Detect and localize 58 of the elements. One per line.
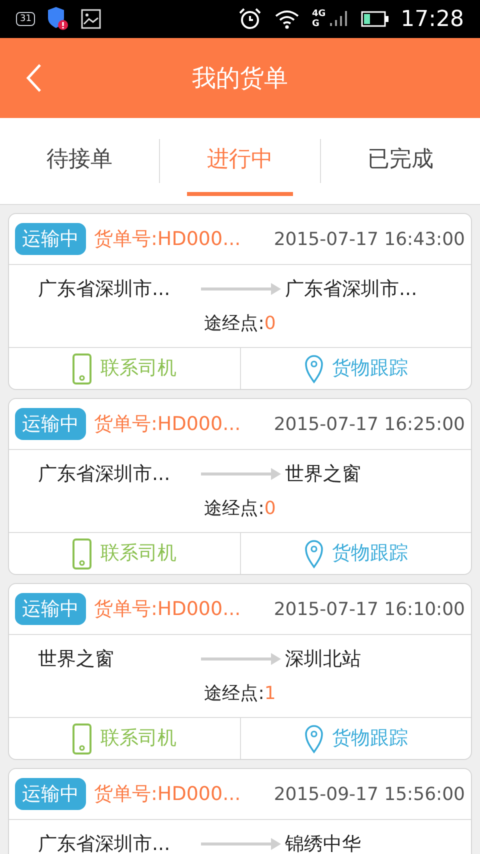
image-icon — [81, 9, 102, 29]
location-pin-icon — [304, 724, 324, 754]
destination-text: 锦绣中华 — [285, 832, 361, 854]
phone-icon — [72, 538, 92, 570]
destination-text: 广东省深圳市... — [285, 276, 418, 302]
order-number: 货单号:HD000... — [94, 782, 241, 807]
contact-driver-button[interactable]: 联系司机 — [9, 718, 240, 759]
contact-driver-button[interactable]: 联系司机 — [9, 348, 240, 389]
waypoint-count: 途经点:0 — [204, 312, 276, 336]
tab[interactable]: 已完成 — [347, 126, 454, 196]
network-label: 4G — [312, 9, 326, 19]
order-card[interactable]: 运输中 货单号:HD000... 2015-09-17 15:56:00 广东省深圳市... 锦绣中华 — [8, 768, 472, 854]
origin-text: 广东省深圳市... — [37, 276, 172, 302]
calendar-icon: 31 — [16, 12, 36, 26]
order-card[interactable]: 运输中 货单号:HD000... 2015-07-17 16:43:00 广东省深圳市... 广东省深圳市... 途经点:0 联系司机 货物跟踪 — [8, 213, 472, 390]
order-time: 2015-07-17 16:25:00 — [274, 412, 465, 436]
track-goods-button[interactable]: 货物跟踪 — [240, 348, 471, 389]
wifi-icon — [274, 9, 300, 29]
phone-icon — [72, 722, 92, 754]
order-number: 货单号:HD000... — [94, 596, 241, 622]
order-number: 货单号:HD000... — [94, 412, 241, 437]
destination-text: 深圳北站 — [285, 646, 361, 672]
order-card[interactable]: 运输中 货单号:HD000... 2015-07-17 16:10:00 世界之窗 深圳北站 途经点:1 联系司机 货物跟踪 — [8, 583, 472, 760]
waypoint-count: 途经点:0 — [204, 496, 276, 520]
order-time: 2015-09-17 15:56:00 — [274, 782, 465, 806]
tab[interactable]: 待接单 — [26, 126, 133, 196]
alarm-icon — [238, 7, 262, 31]
order-time: 2015-07-17 16:10:00 — [274, 598, 465, 622]
order-number: 货单号:HD000... — [94, 226, 241, 252]
origin-text: 广东省深圳市... — [37, 462, 172, 487]
status-badge: 运输中 — [15, 778, 86, 810]
origin-text: 世界之窗 — [37, 646, 115, 672]
page-title: 我的货单 — [192, 63, 288, 94]
battery-icon — [360, 11, 389, 27]
location-pin-icon — [304, 538, 324, 568]
location-pin-icon — [304, 354, 324, 384]
back-icon — [26, 63, 42, 93]
track-goods-button[interactable]: 货物跟踪 — [240, 533, 471, 574]
destination-text: 世界之窗 — [285, 462, 361, 487]
status-badge: 运输中 — [15, 223, 86, 255]
arrow-icon — [201, 468, 281, 480]
phone-icon — [72, 352, 92, 384]
order-time: 2015-07-17 16:43:00 — [274, 228, 465, 252]
network-label: G — [312, 19, 320, 29]
status-badge: 运输中 — [15, 408, 86, 440]
tab[interactable]: 进行中 — [186, 126, 293, 196]
arrow-icon — [201, 838, 281, 850]
contact-driver-button[interactable]: 联系司机 — [9, 533, 240, 574]
shield-icon — [47, 7, 70, 31]
clock-time: 17:28 — [400, 6, 464, 34]
status-badge: 运输中 — [15, 593, 86, 625]
origin-text: 广东省深圳市... — [37, 832, 172, 854]
order-card[interactable]: 运输中 货单号:HD000... 2015-07-17 16:25:00 广东省深圳市... 世界之窗 途经点:0 联系司机 货物跟踪 — [8, 398, 472, 575]
signal-icon — [328, 9, 349, 29]
arrow-icon — [201, 653, 281, 665]
waypoint-count: 途经点:1 — [204, 682, 276, 706]
track-goods-button[interactable]: 货物跟踪 — [240, 718, 471, 759]
arrow-icon — [201, 283, 281, 295]
